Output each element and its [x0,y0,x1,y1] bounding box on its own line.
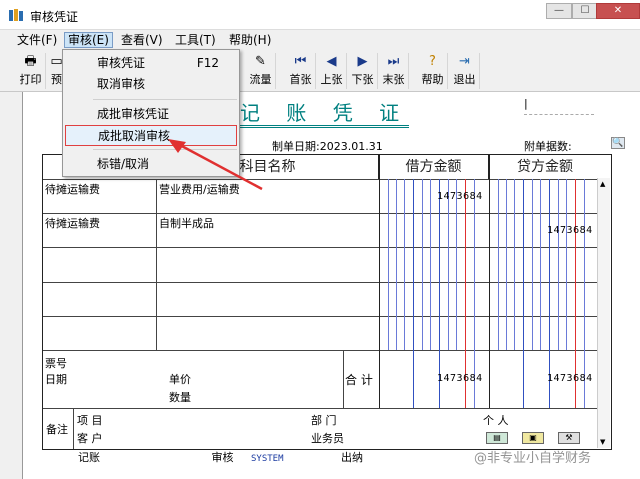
last-label: 末张 [382,73,405,86]
last-icon: ⏭ [387,54,400,69]
flow-label: 流量 [249,73,272,86]
voucher-number-field[interactable]: | [524,97,594,115]
audit-shortcut: F12 [196,56,219,70]
date-label: 制单日期: [272,140,320,153]
exit-button[interactable]: ⇥ 退出 [450,53,480,89]
menu-item-mark-error[interactable]: 标错/取消 [65,154,237,175]
total-debit: 1473684 [437,373,483,384]
voucher-title: 记 账 凭 证 [240,101,410,128]
menu-tools[interactable]: 工具(T) [172,32,219,48]
preview-label: 预 [51,73,62,86]
help-icon: ? [429,54,436,69]
auditor-name: SYSTEM [251,454,284,464]
row1-summary[interactable]: 待摊运输费 [45,181,100,197]
row1-subject[interactable]: 营业费用/运输费 [159,181,240,197]
first-button[interactable]: ⏮ 首张 [286,53,316,89]
menu-bar: 文件(F) 审核(E) 查看(V) 工具(T) 帮助(H) [0,30,640,50]
total-credit: 1473684 [547,373,593,384]
bookkeeping-label: 记账 [78,451,100,464]
menu-separator [93,149,237,150]
attachment-icon[interactable]: 🔍 [611,137,625,149]
flow-button[interactable]: ✎ 流量 [246,53,276,89]
col-divider [156,179,157,350]
row2-subject[interactable]: 自制半成品 [159,215,214,231]
salesman-label: 业务员 [311,432,344,445]
help-button[interactable]: ? 帮助 [418,53,448,89]
prev-label: 上张 [320,73,343,86]
print-button[interactable]: 🖶 打印 [16,53,46,89]
last-button[interactable]: ⏭ 末张 [379,53,409,89]
pen-icon: ✎ [255,54,266,69]
minimize-button[interactable]: — [546,3,572,19]
remark-label: 备注 [46,423,68,436]
attachment-count-label: 附单据数: [524,140,572,153]
cashier-label: 出纳 [341,451,364,464]
id-card-icon[interactable]: ▣ [522,432,544,444]
voucher-date: 制单日期:2023.01.31 [272,138,383,154]
first-label: 首张 [289,73,312,86]
audit-label: 审核 [211,451,234,464]
col-divider [73,408,74,449]
vertical-scrollbar[interactable]: ▲ ▼ [597,178,610,448]
menu-item-cancel-audit[interactable]: 取消审核 [65,74,237,95]
menu-view[interactable]: 查看(V) [118,32,166,48]
menu-item-batch-audit[interactable]: 成批审核凭证 [65,104,237,125]
menu-separator [93,99,237,100]
person-label: 个 人 [483,414,509,427]
printer-icon: 🖶 [24,54,37,69]
menu-file[interactable]: 文件(F) [14,32,60,48]
first-icon: ⏮ [294,54,307,69]
watermark: @非专业小自学财务 [474,451,592,466]
scroll-down-icon[interactable]: ▼ [600,438,605,446]
card-icon[interactable]: ▤ [486,432,508,444]
next-button[interactable]: ▶ 下张 [348,53,378,89]
total-label: 合 计 [345,373,373,387]
menu-item-audit-voucher[interactable]: 审核凭证 F12 [65,53,237,74]
unit-price-label: 单价 [169,373,191,386]
department-label: 部 门 [311,414,337,427]
next-label: 下张 [351,73,374,86]
voucher-grid: 科目名称 借方金额 贷方金额 待摊运输费 营业费用/运输费 1473684 14… [42,154,612,450]
row1-debit[interactable]: 1473684 [437,191,483,202]
scroll-up-icon[interactable]: ▲ [600,180,605,188]
close-button[interactable]: ✕ [596,3,640,19]
help-label: 帮助 [421,73,444,86]
ticket-date-label: 日期 [45,373,67,386]
audit-dropdown-menu: 审核凭证 F12 取消审核 成批审核凭证 成批取消审核 标错/取消 [62,49,240,177]
row-divider [43,408,599,409]
window-title: 审核凭证 [30,10,79,24]
signature-footer: 记账 审核 SYSTEM 出纳 [78,449,363,465]
project-label: 项 目 [77,414,103,427]
date-value: 2023.01.31 [319,140,383,153]
ticket-no-label: 票号 [45,357,67,370]
app-icon [9,9,23,21]
header-credit: 贷方金额 [489,155,600,179]
exit-label: 退出 [453,73,476,86]
title-bar: 审核凭证 — ☐ ✕ [0,0,640,30]
quantity-label: 数量 [169,391,191,404]
prev-icon: ◀ [326,54,337,69]
menu-audit[interactable]: 审核(E) [64,32,113,48]
audit-voucher-label: 审核凭证 [97,56,146,70]
prev-button[interactable]: ◀ 上张 [317,53,347,89]
credit-digit-grid [490,179,599,350]
exit-icon: ⇥ [459,54,470,69]
menu-help[interactable]: 帮助(H) [226,32,274,48]
row2-credit[interactable]: 1473684 [547,225,593,236]
header-debit: 借方金额 [379,155,489,179]
debit-digit-grid [380,179,489,350]
col-divider [343,350,344,408]
menu-item-batch-cancel-audit[interactable]: 成批取消审核 [65,125,237,146]
customer-label: 客 户 [77,432,103,445]
row2-summary[interactable]: 待摊运输费 [45,215,100,231]
print-label: 打印 [19,73,42,86]
next-icon: ▶ [357,54,368,69]
maximize-button[interactable]: ☐ [572,3,598,19]
tool-icon[interactable]: ⚒ [558,432,580,444]
